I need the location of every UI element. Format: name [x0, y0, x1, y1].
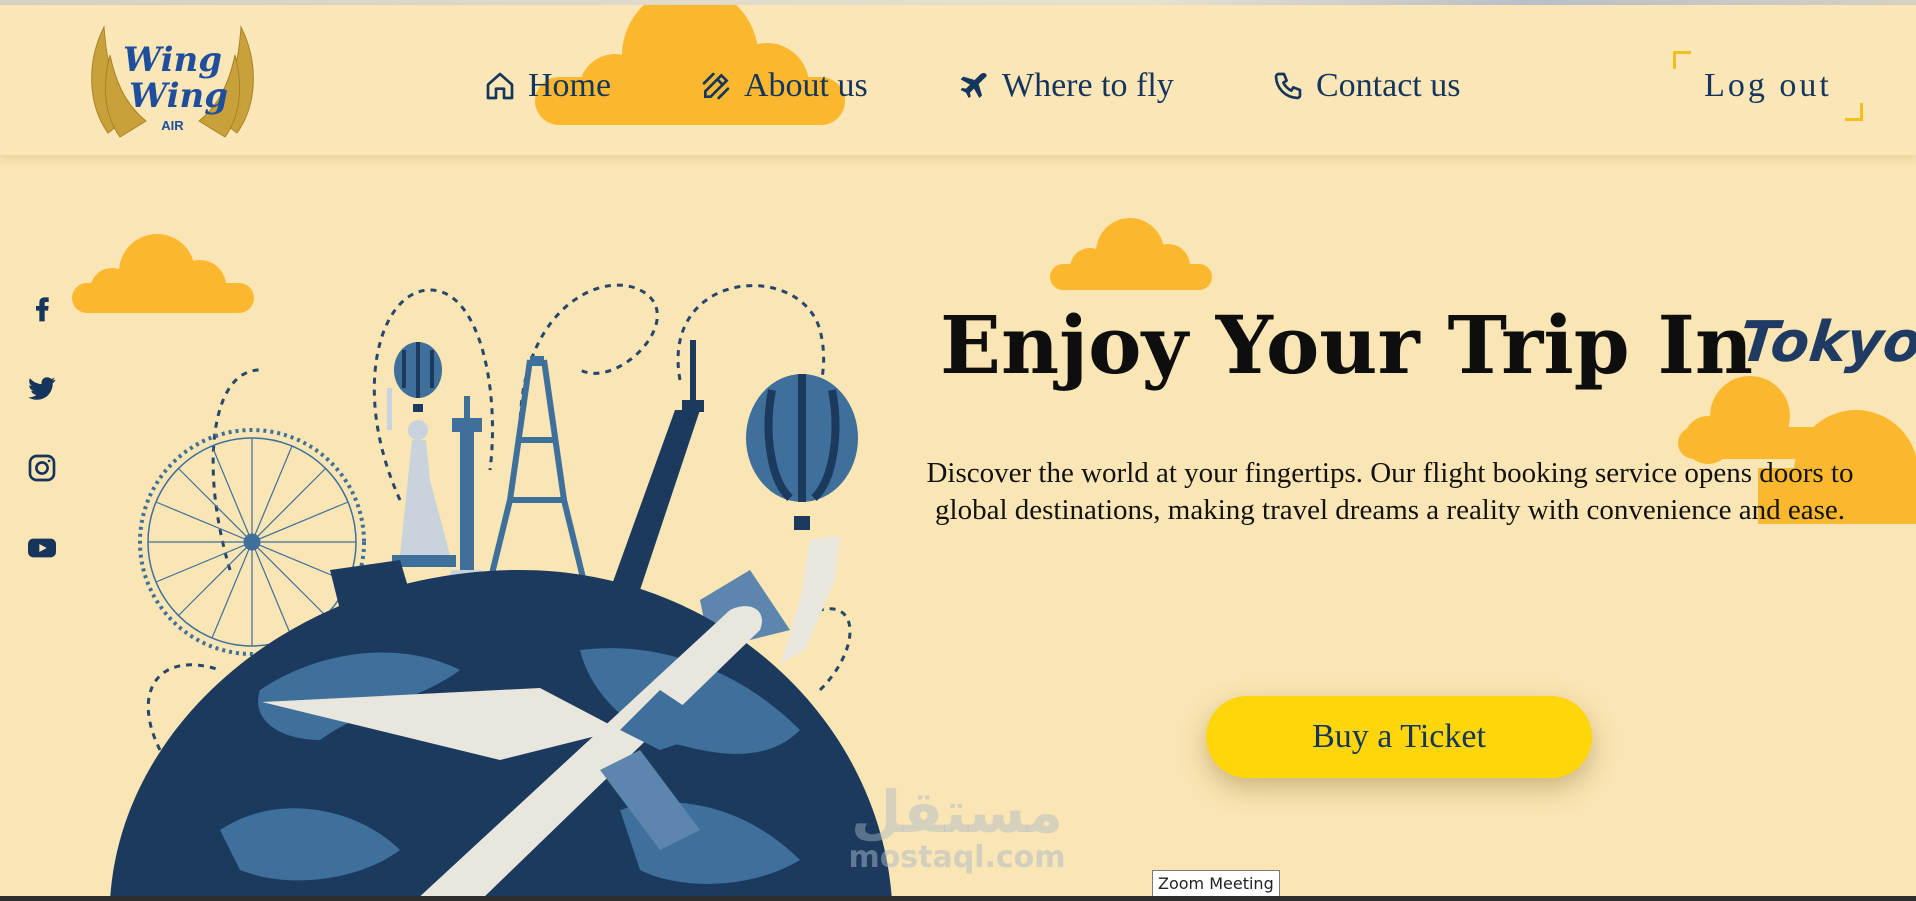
travel-globe-illustration [110, 283, 892, 901]
site-header: Wing Wing AIR Home About us Where to fly… [0, 5, 1916, 155]
watermark-arabic: مستقل [850, 778, 1064, 846]
nav-contact[interactable]: Contact us [1272, 61, 1460, 111]
plane-icon [960, 73, 987, 98]
nav-where-to-fly-label: Where to fly [1002, 67, 1174, 104]
hero-city-name: Tokyo [1736, 310, 1916, 375]
logo-subtitle: AIR [161, 118, 184, 133]
youtube-link[interactable] [22, 528, 62, 568]
hero-title: Enjoy Your Trip In [940, 298, 1754, 392]
logout-label: Log out [1704, 67, 1832, 104]
watermark-latin: mostaql.com [848, 840, 1066, 875]
nav-about[interactable]: About us [700, 61, 868, 111]
zoom-meeting-tooltip: Zoom Meeting [1152, 870, 1280, 897]
hero-description: Discover the world at your fingertips. O… [926, 457, 1854, 526]
twitter-link[interactable] [22, 368, 62, 408]
cloud-center [1050, 218, 1212, 290]
logo-wordmark-line2: Wing [129, 76, 228, 116]
logo-wordmark-line1: Wing [123, 40, 222, 80]
instagram-icon [28, 454, 56, 482]
nav-home[interactable]: Home [484, 61, 611, 111]
nav-about-label: About us [744, 67, 868, 104]
home-icon [486, 72, 514, 100]
instagram-link[interactable] [22, 448, 62, 488]
pencil-icon [702, 72, 730, 100]
logout-corner-top [1673, 51, 1691, 69]
facebook-icon [36, 297, 49, 322]
brand-logo[interactable]: Wing Wing AIR [80, 15, 265, 155]
youtube-icon [28, 538, 56, 558]
taskbar-edge [0, 896, 1916, 901]
nav-where-to-fly[interactable]: Where to fly [958, 61, 1174, 111]
facebook-link[interactable] [22, 288, 62, 328]
twitter-icon [28, 377, 56, 400]
phone-icon [1274, 72, 1302, 100]
logout-button[interactable]: Log out [1673, 51, 1863, 121]
nav-home-label: Home [528, 67, 612, 104]
buy-ticket-button[interactable]: Buy a Ticket [1206, 696, 1592, 778]
logout-corner-bottom [1845, 103, 1863, 121]
nav-contact-label: Contact us [1316, 67, 1461, 104]
